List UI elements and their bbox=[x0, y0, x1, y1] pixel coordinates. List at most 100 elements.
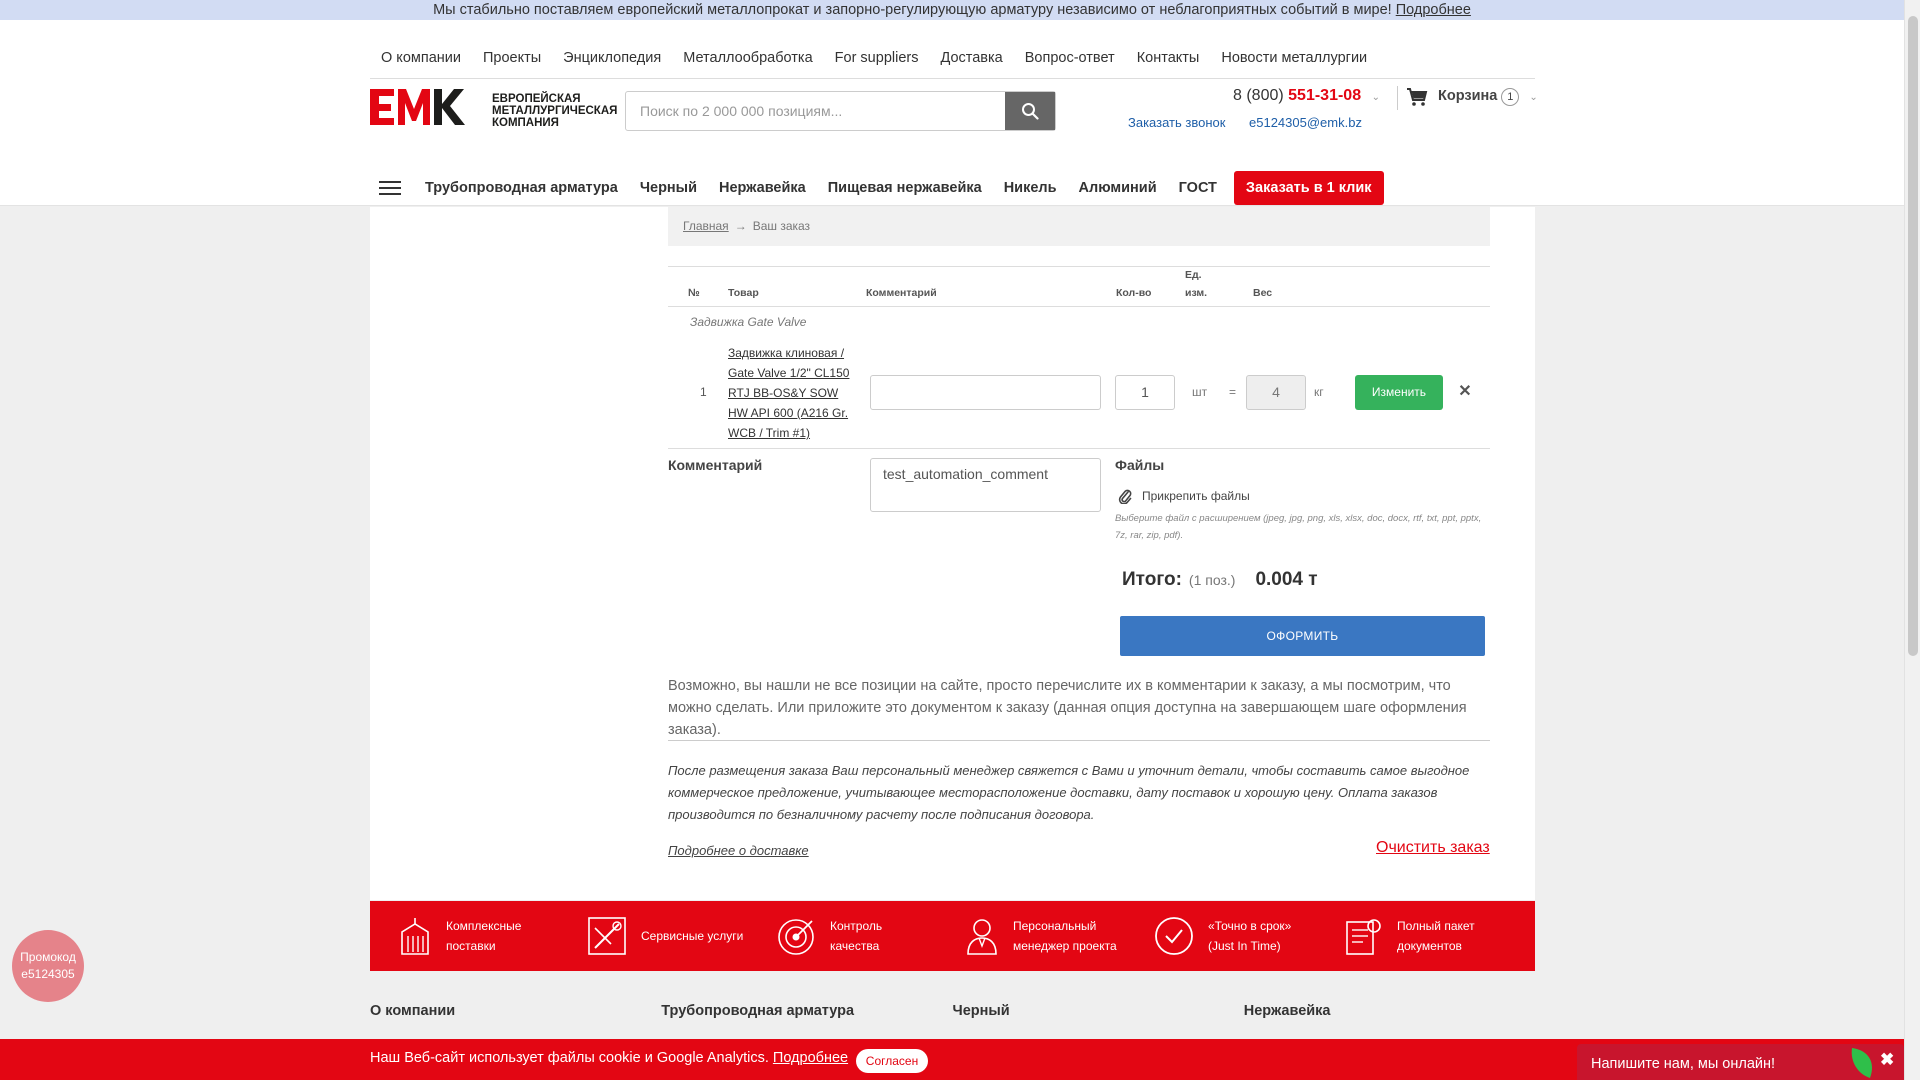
row-divider bbox=[668, 448, 1490, 449]
main-content: Главная → Ваш заказ № Товар Комментарий Ко… bbox=[370, 207, 1535, 900]
search-input[interactable] bbox=[626, 92, 1005, 130]
benefit-line-1: Сервисные услуги bbox=[641, 929, 744, 943]
clock-icon bbox=[1155, 917, 1193, 955]
breadcrumb-home[interactable]: Главная bbox=[683, 219, 729, 233]
cart-count-badge: 1 bbox=[1501, 88, 1520, 106]
logo-emk-icon bbox=[370, 89, 465, 125]
footer-pipeline-valves[interactable]: Трубопроводная арматура bbox=[661, 1003, 952, 1019]
header-divider bbox=[370, 78, 1535, 79]
footer-columns: О компании Трубопроводная арматура Черны… bbox=[370, 1003, 1535, 1019]
attach-files-button[interactable]: Прикрепить файлы bbox=[1118, 488, 1250, 504]
product-link[interactable]: Задвижка клиновая / Gate Valve 1/2" CL15… bbox=[728, 343, 858, 443]
footer-stainless[interactable]: Нержавейка bbox=[1244, 1003, 1535, 1019]
chat-widget[interactable]: Напишите нам, мы онлайн! ✖ bbox=[1577, 1044, 1904, 1080]
benefit-line-1: «Точно в срок» bbox=[1208, 919, 1292, 933]
close-icon[interactable]: ✕ bbox=[1456, 383, 1474, 401]
benefit-line-2: поставки bbox=[446, 939, 496, 953]
category-food-stainless[interactable]: Пищевая нержавейка bbox=[817, 170, 993, 206]
comment-label: Комментарий bbox=[668, 457, 763, 473]
menu-icon[interactable] bbox=[370, 170, 410, 206]
quantity-input[interactable]: 1 bbox=[1115, 375, 1175, 410]
search-icon bbox=[1022, 103, 1039, 120]
tools-icon bbox=[588, 917, 626, 955]
category-nav: Трубопроводная арматура Черный Нержавейк… bbox=[370, 170, 1384, 206]
file-hint: Выберите файл с расширением (jpeg, jpg, … bbox=[1115, 513, 1482, 541]
benefit-item: Контроль качества bbox=[748, 916, 937, 956]
header: О компании Проекты Энциклопедия Металлоо… bbox=[0, 20, 1904, 206]
top-nav-delivery[interactable]: Доставка bbox=[929, 40, 1013, 76]
unit-label: шт bbox=[1192, 385, 1208, 399]
table-header: № Товар Комментарий Кол-во Ед. изм. Вес bbox=[668, 266, 1490, 307]
breadcrumb-arrow: → bbox=[734, 219, 747, 233]
top-nav-projects[interactable]: Проекты bbox=[472, 40, 552, 76]
cart-button[interactable]: Корзина 1 ⌄ bbox=[1406, 87, 1538, 107]
category-pipeline-valves[interactable]: Трубопроводная арматура bbox=[414, 170, 629, 206]
search-button[interactable] bbox=[1005, 92, 1055, 130]
announcement-link[interactable]: Подробнее bbox=[1396, 2, 1471, 18]
delivery-link[interactable]: Подробнее о доставке bbox=[668, 843, 809, 858]
manager-note: После размещения заказа Ваш персональный… bbox=[668, 763, 1470, 822]
col-unit: Ед. изм. bbox=[1185, 269, 1208, 299]
cookie-text: Наш Веб-сайт использует файлы cookie и G… bbox=[370, 1050, 769, 1066]
phone-number: 551-31-08 bbox=[1288, 87, 1362, 104]
logo-mark bbox=[370, 87, 486, 135]
category-aluminium[interactable]: Алюминий bbox=[1068, 170, 1168, 206]
logo-text: Европейская металлургическая компания bbox=[492, 93, 617, 129]
weight-unit-label: кг bbox=[1314, 385, 1324, 399]
col-qty: Кол-во bbox=[1116, 287, 1152, 299]
leaf-icon bbox=[1851, 1048, 1872, 1078]
benefit-item: Сервисные услуги bbox=[559, 916, 748, 956]
checkout-button[interactable]: ОФОРМИТЬ bbox=[1120, 616, 1485, 656]
manager-icon bbox=[967, 919, 997, 955]
row-number: 1 bbox=[700, 385, 707, 399]
equals-sign: = bbox=[1229, 385, 1237, 399]
top-nav-contacts[interactable]: Контакты bbox=[1126, 40, 1211, 76]
warehouse-icon bbox=[401, 918, 429, 955]
benefit-line-1: Персональный bbox=[1013, 919, 1097, 933]
top-nav-suppliers[interactable]: For suppliers bbox=[824, 40, 930, 76]
change-button[interactable]: Изменить bbox=[1355, 375, 1443, 410]
total-label: Итого: bbox=[1122, 569, 1182, 590]
chevron-down-icon: ⌄ bbox=[1529, 91, 1538, 103]
category-nickel[interactable]: Никель bbox=[993, 170, 1068, 206]
top-nav-encyclopedia[interactable]: Энциклопедия bbox=[552, 40, 672, 76]
category-gost[interactable]: ГОСТ bbox=[1168, 170, 1228, 206]
cookie-more-link[interactable]: Подробнее bbox=[773, 1050, 848, 1066]
footer-black-metal[interactable]: Черный bbox=[953, 1003, 1244, 1019]
clear-order-link[interactable]: Очистить заказ bbox=[1376, 839, 1490, 857]
header-vertical-divider bbox=[1397, 86, 1398, 110]
row-comment-input[interactable] bbox=[870, 375, 1101, 410]
order-comment-textarea[interactable]: test_automation_comment bbox=[870, 458, 1101, 512]
promo-code: e5124305 bbox=[21, 967, 75, 981]
total-value: 0.004 т bbox=[1255, 569, 1318, 590]
cookie-agree-button[interactable]: Согласен bbox=[856, 1049, 928, 1073]
category-black-metal[interactable]: Черный bbox=[629, 170, 708, 206]
col-product: Товар bbox=[728, 287, 759, 299]
top-nav: О компании Проекты Энциклопедия Металлоо… bbox=[370, 40, 1378, 76]
promo-badge[interactable]: Промокод e5124305 bbox=[12, 930, 84, 1002]
benefit-line-2: документов bbox=[1397, 939, 1462, 953]
chevron-down-icon: ⌄ bbox=[1371, 92, 1380, 103]
close-icon[interactable]: ✖ bbox=[1880, 1050, 1894, 1070]
benefits-strip: Комплексные поставки Сервисные услуги Кон… bbox=[370, 901, 1535, 971]
top-nav-metalworking[interactable]: Металлообработка bbox=[672, 40, 823, 76]
top-nav-news[interactable]: Новости металлургии bbox=[1210, 40, 1378, 76]
benefit-line-2: (Just In Time) bbox=[1208, 939, 1281, 953]
top-nav-about[interactable]: О компании bbox=[370, 40, 472, 76]
scrollbar[interactable] bbox=[1904, 0, 1920, 1080]
email-link[interactable]: e5124305@emk.bz bbox=[1249, 115, 1362, 130]
callback-link[interactable]: Заказать звонок bbox=[1128, 115, 1225, 130]
benefit-item: Персональный менеджер проекта bbox=[937, 916, 1126, 956]
footer-about[interactable]: О компании bbox=[370, 1003, 661, 1019]
info-note: Возможно, вы нашли не все позиции на сай… bbox=[668, 678, 1467, 738]
phone[interactable]: 8 (800) 551-31-08 ⌄ bbox=[1233, 87, 1380, 105]
scrollbar-thumb[interactable] bbox=[1908, 16, 1918, 656]
order-one-click-button[interactable]: Заказать в 1 клик bbox=[1233, 171, 1384, 205]
logo[interactable]: Европейская металлургическая компания bbox=[370, 87, 617, 135]
benefit-item: Полный пакет документов bbox=[1315, 916, 1504, 956]
top-nav-faq[interactable]: Вопрос-ответ bbox=[1014, 40, 1126, 76]
chat-text: Напишите нам, мы онлайн! bbox=[1591, 1056, 1776, 1072]
benefit-item: Комплексные поставки bbox=[370, 916, 559, 956]
category-stainless[interactable]: Нержавейка bbox=[708, 170, 817, 206]
documents-icon bbox=[1346, 919, 1381, 955]
